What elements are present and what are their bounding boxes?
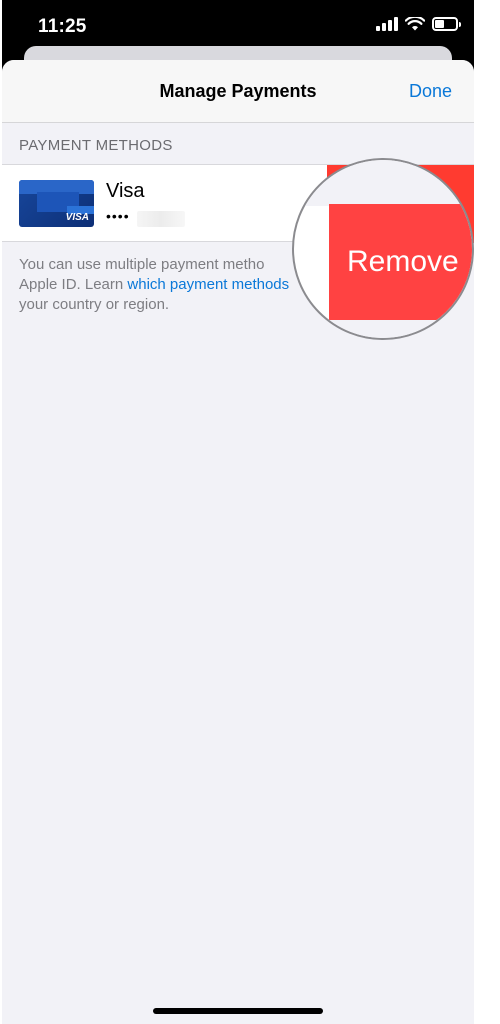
section-header-payment-methods: PAYMENT METHODS xyxy=(19,137,173,154)
wifi-icon xyxy=(405,17,425,31)
status-time: 11:25 xyxy=(38,16,87,37)
battery-level xyxy=(435,20,444,28)
zoom-magnifier: Remove ur xyxy=(292,158,474,340)
payment-methods-link[interactable]: which payment methods xyxy=(127,276,289,293)
visa-card-icon: VISA xyxy=(19,180,94,227)
info-line-two-prefix: Apple ID. Learn xyxy=(19,276,128,293)
phone-frame: 11:25 Manage Payments Done PAYMENT METHO… xyxy=(0,0,500,1024)
home-indicator[interactable] xyxy=(153,1008,323,1014)
card-number-mask: •••• xyxy=(106,208,130,224)
battery-icon xyxy=(432,17,461,31)
zoom-background-top xyxy=(294,160,472,206)
navigation-bar: Manage Payments Done xyxy=(2,60,474,123)
card-name: Visa xyxy=(106,180,145,202)
page-title: Manage Payments xyxy=(159,81,317,101)
card-number-redaction xyxy=(137,211,185,227)
remove-button[interactable]: Remove xyxy=(329,204,472,320)
status-icons xyxy=(376,17,461,31)
info-line-one: You can use multiple payment metho xyxy=(19,256,265,273)
status-bar: 11:25 xyxy=(2,0,474,52)
manage-payments-sheet: Manage Payments Done PAYMENT METHODS VIS… xyxy=(2,60,474,1024)
zoom-background-bottom xyxy=(294,320,472,338)
signal-icon xyxy=(376,17,398,31)
info-line-three: your country or region. xyxy=(19,296,170,313)
screen: 11:25 Manage Payments Done PAYMENT METHO… xyxy=(2,0,474,1024)
battery-tip xyxy=(459,22,461,27)
done-button[interactable]: Done xyxy=(409,81,452,102)
card-logo-text: VISA xyxy=(65,212,89,223)
payment-info-text: You can use multiple payment metho Apple… xyxy=(19,255,319,315)
